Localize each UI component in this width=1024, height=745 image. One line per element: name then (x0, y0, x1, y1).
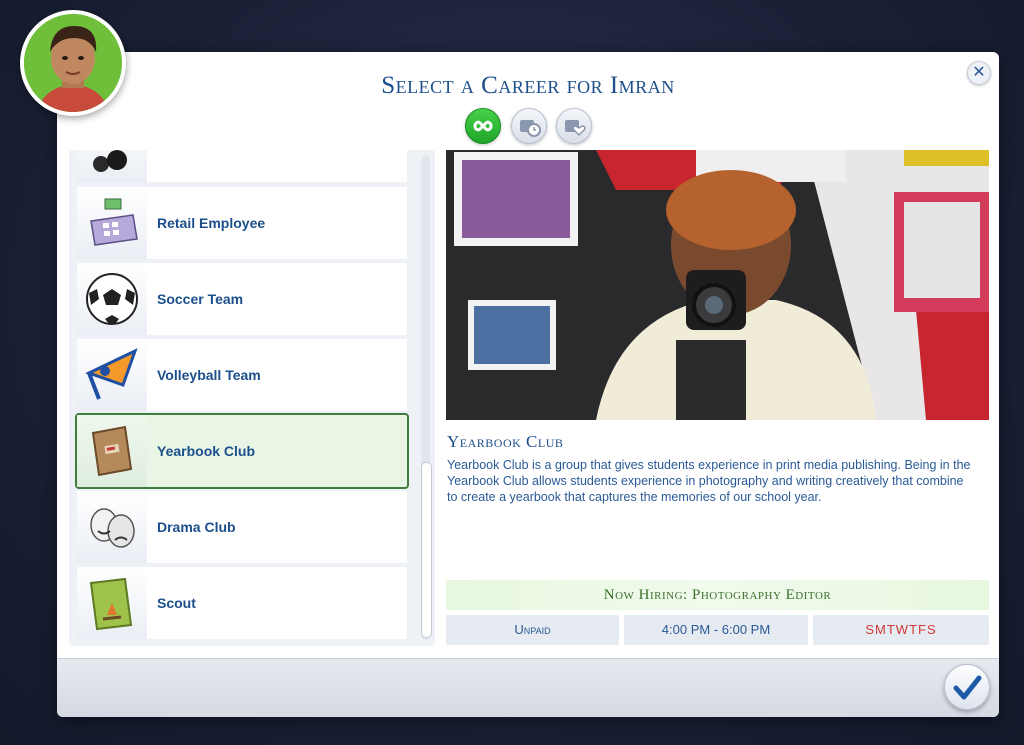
career-label: Volleyball Team (157, 367, 261, 383)
confirm-button[interactable] (944, 664, 990, 710)
dialog-footer (57, 658, 999, 717)
filter-part-time-button[interactable] (511, 108, 547, 144)
career-item-yearbook-club[interactable]: Yearbook Club (75, 413, 409, 489)
work-days: SMTWTFS (813, 615, 989, 645)
scout-handbook-icon (77, 567, 147, 639)
career-list-scrollbar[interactable] (421, 156, 432, 640)
now-hiring-banner: Now Hiring: Photography Editor (446, 580, 989, 610)
career-info-row: Unpaid 4:00 PM - 6:00 PM SMTWTFS (446, 615, 989, 645)
checkmark-icon (953, 675, 982, 700)
part-time-career-icon (520, 120, 541, 137)
career-label: Retail Employee (157, 215, 266, 231)
career-item-soccer-team[interactable]: Soccer Team (77, 263, 407, 335)
scrollbar-thumb[interactable] (421, 462, 432, 638)
close-button[interactable]: ✕ (967, 61, 991, 85)
career-title: Yearbook Club (447, 432, 564, 451)
career-item-scout[interactable]: Scout (77, 567, 407, 639)
pay-label: Unpaid (446, 615, 619, 645)
career-label: Soccer Team (157, 291, 244, 307)
theater-masks-icon (77, 491, 147, 563)
career-label: Drama Club (157, 519, 236, 535)
career-list[interactable]: Retail Employee Soccer Team Volleyball T… (69, 150, 435, 646)
career-label: Yearbook Club (157, 443, 256, 459)
dialog-title: Select a Career for Imran (381, 72, 675, 99)
career-item-retail-employee[interactable]: Retail Employee (77, 187, 407, 259)
career-dialog: Select a Career for Imran ✕ Retail Emplo… (57, 52, 999, 717)
cash-register-icon (77, 187, 147, 259)
infinity-icon (473, 120, 493, 132)
pennant-icon (77, 339, 147, 411)
career-item-drama-club[interactable]: Drama Club (77, 491, 407, 563)
career-description: Yearbook Club is a group that gives stud… (447, 458, 971, 504)
yearbook-icon (77, 415, 147, 487)
sim-avatar (20, 10, 126, 116)
career-photo (446, 150, 989, 420)
soccer-ball-icon (77, 263, 147, 335)
filter-volunteer-button[interactable] (556, 108, 592, 144)
career-item-volleyball-team[interactable]: Volleyball Team (77, 339, 407, 411)
career-label: Scout (157, 595, 196, 611)
work-hours: 4:00 PM - 6:00 PM (624, 615, 808, 645)
close-icon: ✕ (972, 64, 986, 81)
filter-all-careers-button[interactable] (465, 108, 501, 144)
volunteer-career-icon (565, 120, 586, 137)
bowling-balls-icon (77, 150, 147, 182)
career-item-bowling[interactable] (77, 150, 407, 182)
